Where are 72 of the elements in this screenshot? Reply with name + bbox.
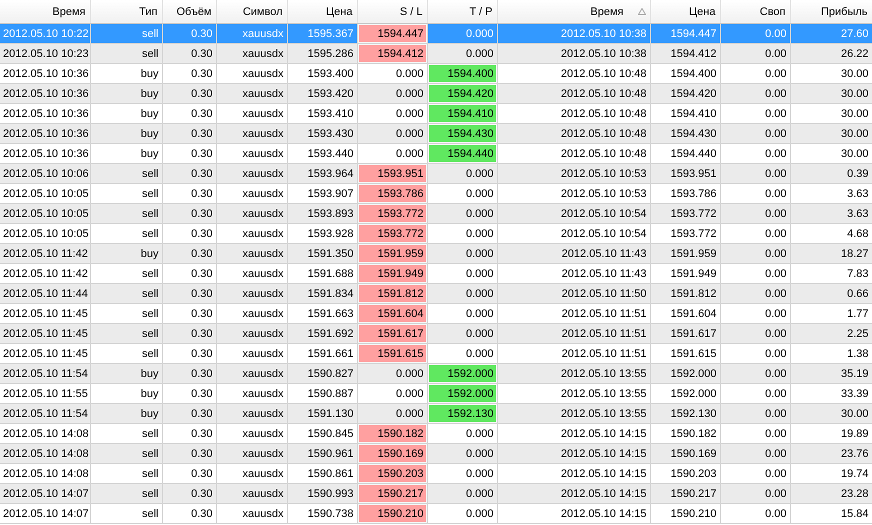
table-row[interactable]: 2012.05.10 10:06 sell 0.30 xauusdx 1593.964 1593.951 0.000 2012.05.10 10:53 1593.951 0.00 0.39 (0, 164, 872, 184)
table-row[interactable]: 2012.05.10 14:08 sell 0.30 xauusdx 1590.961 1590.169 0.000 2012.05.10 14:15 1590.169 0.00 23.76 (0, 444, 872, 464)
table-cell: 2012.05.10 14:07 (0, 504, 90, 524)
table-cell: 1594.410 (427, 104, 497, 124)
table-cell: 15.84 (790, 504, 872, 524)
table-cell: 1593.786 (357, 184, 427, 204)
table-row[interactable]: 2012.05.10 10:36 buy 0.30 xauusdx 1593.400 0.000 1594.400 2012.05.10 10:48 1594.400 0.00 30.00 (0, 64, 872, 84)
column-header[interactable]: Цена (287, 0, 357, 24)
table-row[interactable]: 2012.05.10 14:08 sell 0.30 xauusdx 1590.845 1590.182 0.000 2012.05.10 14:15 1590.182 0.00 19.89 (0, 424, 872, 444)
table-row[interactable]: 2012.05.10 11:54 buy 0.30 xauusdx 1591.130 0.000 1592.130 2012.05.10 13:55 1592.130 0.00 30.00 (0, 404, 872, 424)
column-header[interactable]: Тип (90, 0, 162, 24)
table-cell: 1592.130 (427, 404, 497, 424)
table-cell: 1591.949 (357, 264, 427, 284)
column-header[interactable]: Своп (720, 0, 790, 24)
table-row[interactable]: 2012.05.10 11:42 buy 0.30 xauusdx 1591.350 1591.959 0.000 2012.05.10 11:43 1591.959 0.00 18.27 (0, 244, 872, 264)
table-row[interactable]: 2012.05.10 10:22 sell 0.30 xauusdx 1595.367 1594.447 0.000 2012.05.10 10:38 1594.447 0.00 27.60 (0, 24, 872, 44)
table-row[interactable]: 2012.05.10 11:42 sell 0.30 xauusdx 1591.688 1591.949 0.000 2012.05.10 11:43 1591.949 0.00 7.83 (0, 264, 872, 284)
table-cell: 1590.203 (357, 464, 427, 484)
table-cell: 1590.738 (287, 504, 357, 524)
table-cell: 0.00 (720, 504, 790, 524)
table-cell: 1590.217 (357, 484, 427, 504)
table-cell: 1594.412 (357, 44, 427, 64)
table-cell: 1591.812 (357, 284, 427, 304)
table-row[interactable]: 2012.05.10 11:44 sell 0.30 xauusdx 1591.834 1591.812 0.000 2012.05.10 11:50 1591.812 0.00 0.66 (0, 284, 872, 304)
table-row[interactable]: 2012.05.10 11:54 buy 0.30 xauusdx 1590.827 0.000 1592.000 2012.05.10 13:55 1592.000 0.00 35.19 (0, 364, 872, 384)
table-cell: 1594.447 (357, 24, 427, 44)
table-cell: 1592.000 (427, 364, 497, 384)
table-cell: 1590.169 (357, 444, 427, 464)
table-row[interactable]: 2012.05.10 10:05 sell 0.30 xauusdx 1593.893 1593.772 0.000 2012.05.10 10:54 1593.772 0.00 3.63 (0, 204, 872, 224)
column-header[interactable]: T / P (427, 0, 497, 24)
table-cell: 1594.430 (427, 124, 497, 144)
table-row[interactable]: 2012.05.10 11:45 sell 0.30 xauusdx 1591.663 1591.604 0.000 2012.05.10 11:51 1591.604 0.00 1.77 (0, 304, 872, 324)
table-cell: 1591.615 (357, 344, 427, 364)
table-row[interactable]: 2012.05.10 11:45 sell 0.30 xauusdx 1591.661 1591.615 0.000 2012.05.10 11:51 1591.615 0.00 1.38 (0, 344, 872, 364)
table-cell: 1594.440 (427, 144, 497, 164)
table-cell: 1594.420 (427, 84, 497, 104)
table-cell: 1591.604 (357, 304, 427, 324)
table-row[interactable]: 2012.05.10 10:36 buy 0.30 xauusdx 1593.430 0.000 1594.430 2012.05.10 10:48 1594.430 0.00 30.00 (0, 124, 872, 144)
table-cell: 1591.617 (357, 324, 427, 344)
table-cell: 2012.05.10 14:15 (497, 504, 650, 524)
table-cell: 1592.000 (427, 384, 497, 404)
table-row[interactable]: 2012.05.10 10:23 sell 0.30 xauusdx 1595.286 1594.412 0.000 2012.05.10 10:38 1594.412 0.00 26.22 (0, 44, 872, 64)
table-row[interactable]: 2012.05.10 11:45 sell 0.30 xauusdx 1591.692 1591.617 0.000 2012.05.10 11:51 1591.617 0.00 2.25 (0, 324, 872, 344)
column-header[interactable]: S / L (357, 0, 427, 24)
table-cell: 1591.959 (357, 244, 427, 264)
table-cell: xauusdx (216, 504, 287, 524)
table-cell: 1590.210 (650, 504, 720, 524)
table-cell: 1593.772 (357, 224, 427, 244)
table-row[interactable]: 2012.05.10 14:07 sell 0.30 xauusdx 1590.738 1590.210 0.000 2012.05.10 14:15 1590.210 0.00 15.84 (0, 504, 872, 524)
table-cell: 0.000 (427, 504, 497, 524)
sort-icon (638, 8, 646, 15)
table-cell: 0.30 (162, 504, 216, 524)
column-header[interactable]: Время (497, 0, 650, 24)
table-cell: 1590.210 (357, 504, 427, 524)
table-row[interactable]: 2012.05.10 10:36 buy 0.30 xauusdx 1593.410 0.000 1594.410 2012.05.10 10:48 1594.410 0.00 30.00 (0, 104, 872, 124)
table-row[interactable]: 2012.05.10 10:36 buy 0.30 xauusdx 1593.420 0.000 1594.420 2012.05.10 10:48 1594.420 0.00 30.00 (0, 84, 872, 104)
column-header[interactable]: Объём (162, 0, 216, 24)
table-cell: 1593.951 (357, 164, 427, 184)
table-row[interactable]: 2012.05.10 10:05 sell 0.30 xauusdx 1593.928 1593.772 0.000 2012.05.10 10:54 1593.772 0.00 4.68 (0, 224, 872, 244)
column-header[interactable]: Прибыль (790, 0, 872, 24)
table-cell: sell (90, 504, 162, 524)
table-row[interactable]: 2012.05.10 10:05 sell 0.30 xauusdx 1593.907 1593.786 0.000 2012.05.10 10:53 1593.786 0.00 3.63 (0, 184, 872, 204)
table-row[interactable]: 2012.05.10 11:55 buy 0.30 xauusdx 1590.887 0.000 1592.000 2012.05.10 13:55 1592.000 0.00 33.39 (0, 384, 872, 404)
column-header[interactable]: Цена (650, 0, 720, 24)
column-header[interactable]: Символ (216, 0, 287, 24)
column-header[interactable]: Время (0, 0, 90, 24)
table-cell: 1590.182 (357, 424, 427, 444)
table-cell: 1594.400 (427, 64, 497, 84)
table-row[interactable]: 2012.05.10 14:07 sell 0.30 xauusdx 1590.993 1590.217 0.000 2012.05.10 14:15 1590.217 0.00 23.28 (0, 484, 872, 504)
table-cell: 1593.772 (357, 204, 427, 224)
table-row[interactable]: 2012.05.10 10:36 buy 0.30 xauusdx 1593.440 0.000 1594.440 2012.05.10 10:48 1594.440 0.00 30.00 (0, 144, 872, 164)
table-row[interactable]: 2012.05.10 14:08 sell 0.30 xauusdx 1590.861 1590.203 0.000 2012.05.10 14:15 1590.203 0.00 19.74 (0, 464, 872, 484)
